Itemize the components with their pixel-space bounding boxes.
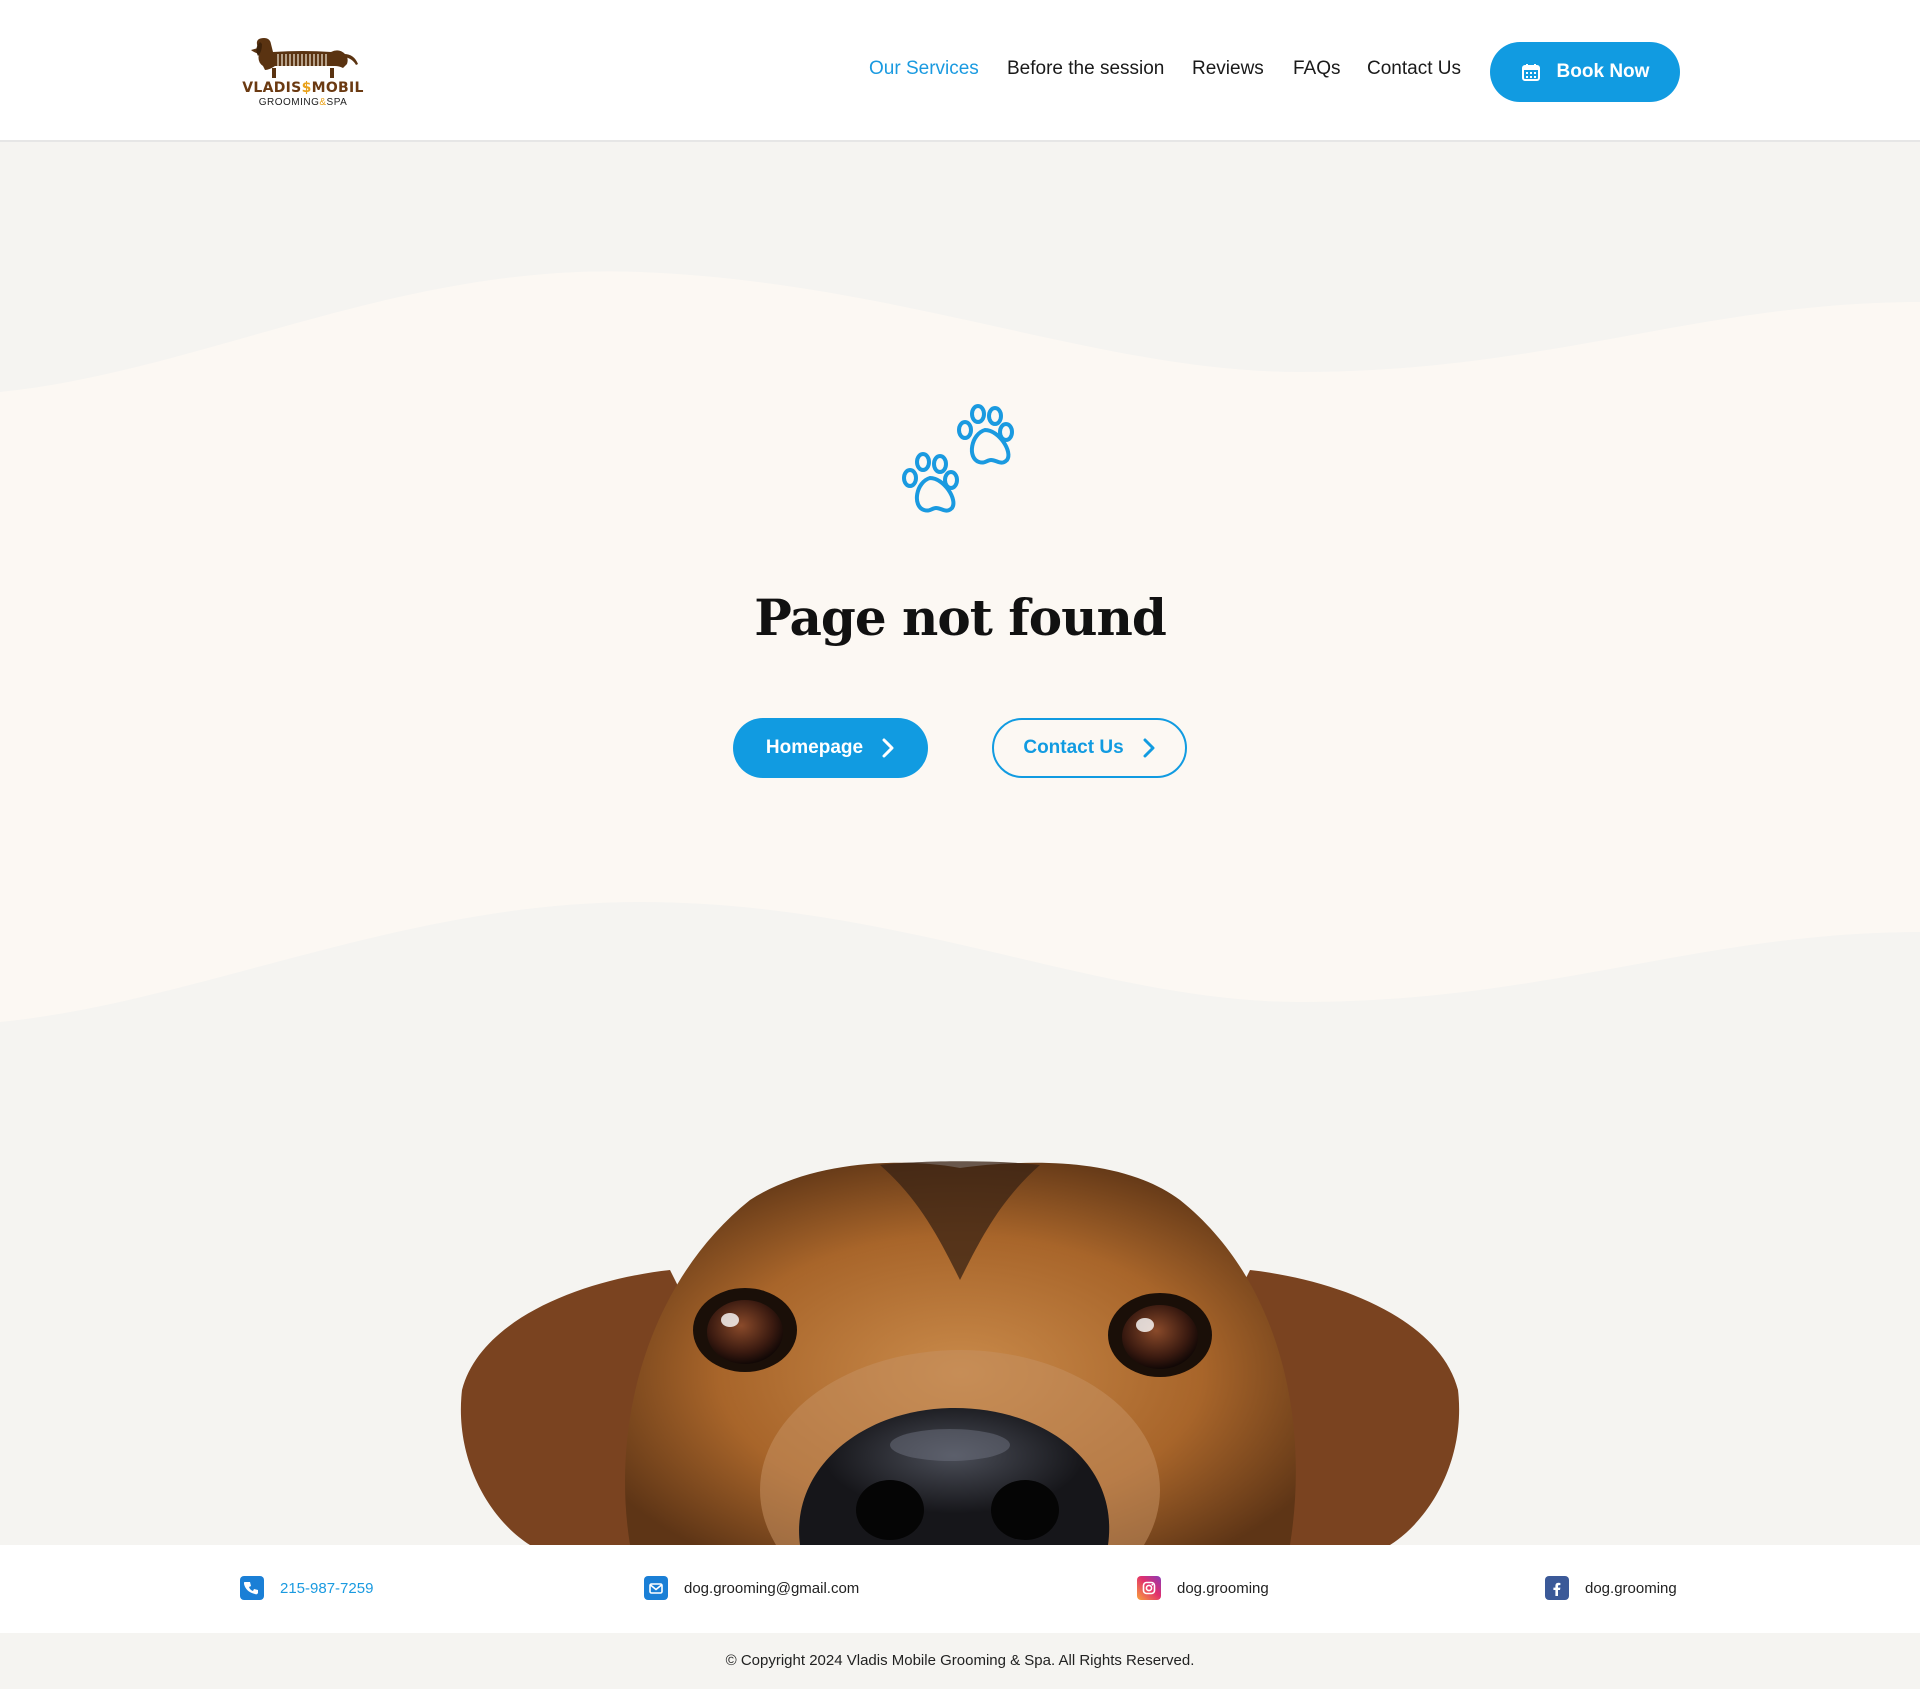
phone-icon — [240, 1576, 264, 1600]
homepage-button[interactable]: Homepage — [733, 718, 928, 778]
site-header: VLADIS$MOBIL GROOMING&SPA Our Services B… — [0, 0, 1920, 142]
page-title: Page not found — [754, 588, 1167, 647]
chevron-right-icon — [1143, 738, 1155, 758]
footer-facebook-text: dog.grooming — [1585, 1579, 1677, 1597]
nav-our-services[interactable]: Our Services — [869, 58, 979, 80]
chevron-right-icon — [882, 738, 894, 758]
facebook-icon — [1545, 1576, 1569, 1600]
mail-icon — [644, 1576, 668, 1600]
footer-instagram[interactable]: dog.grooming — [1137, 1575, 1269, 1601]
nav-contact-us[interactable]: Contact Us — [1367, 58, 1461, 80]
nav-faqs[interactable]: FAQs — [1293, 58, 1341, 80]
footer-email-text: dog.grooming@gmail.com — [684, 1579, 860, 1597]
nav-reviews[interactable]: Reviews — [1192, 58, 1264, 80]
contact-us-button[interactable]: Contact Us — [992, 718, 1187, 778]
peeking-dog-image — [460, 1161, 1460, 1545]
site-logo[interactable]: VLADIS$MOBIL GROOMING&SPA — [238, 34, 368, 110]
logo-wordmark: VLADIS$MOBIL — [242, 80, 364, 96]
calendar-icon — [1521, 64, 1540, 81]
homepage-button-label: Homepage — [765, 737, 864, 758]
footer-contacts: 215-987-7259 dog.grooming@gmail.com dog.… — [0, 1545, 1920, 1633]
book-now-label: Book Now — [1556, 61, 1650, 82]
nav-before-the-session[interactable]: Before the session — [1007, 58, 1164, 80]
footer-phone[interactable]: 215-987-7259 — [240, 1575, 373, 1601]
footer-instagram-text: dog.grooming — [1177, 1579, 1269, 1597]
footer-email[interactable]: dog.grooming@gmail.com — [644, 1575, 859, 1601]
dachshund-logo-icon — [251, 38, 358, 78]
contact-us-button-label: Contact Us — [1023, 737, 1124, 758]
instagram-icon — [1137, 1576, 1161, 1600]
copyright-text: © Copyright 2024 Vladis Mobile Grooming … — [0, 1633, 1920, 1689]
logo-tagline: GROOMING&SPA — [258, 97, 348, 108]
paw-prints-icon — [902, 404, 1014, 513]
book-now-button[interactable]: Book Now — [1490, 42, 1680, 102]
footer-phone-text: 215-987-7259 — [280, 1579, 374, 1597]
footer-facebook[interactable]: dog.grooming — [1545, 1575, 1677, 1601]
